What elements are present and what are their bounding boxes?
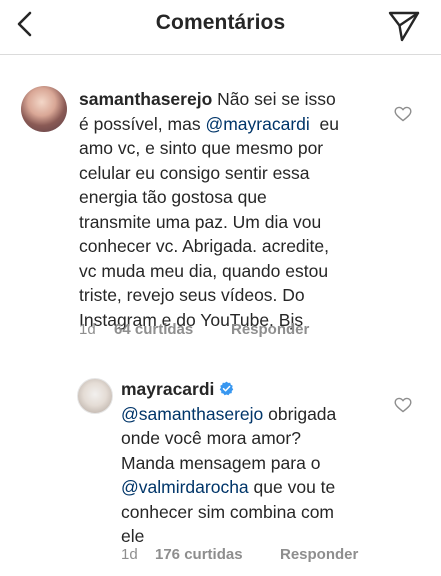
comment-line: energia tão gostosa que bbox=[79, 187, 267, 207]
verified-badge-icon bbox=[220, 381, 234, 396]
comment-line: ele bbox=[121, 526, 145, 546]
comment-line: amo vc, e sinto que mesmo por bbox=[79, 138, 324, 158]
comment-text: que vou te bbox=[248, 477, 336, 497]
comment-time: 1d bbox=[79, 321, 96, 338]
comment-line: é possível, mas @mayracardi eu bbox=[79, 112, 379, 137]
comment-line: transmite uma paz. Um dia vou bbox=[79, 211, 322, 232]
comment-line: conhecer sim combina com bbox=[121, 501, 334, 522]
comment-text: é possível, mas bbox=[79, 113, 206, 134]
heart-outline-icon[interactable] bbox=[394, 106, 412, 122]
comment-body: mayracardi @samanthaserejo obrigada onde… bbox=[121, 377, 383, 549]
mention-link[interactable]: @valmirdarocha bbox=[121, 477, 249, 497]
comment-time: 1d bbox=[121, 546, 138, 563]
comment-line: samanthaserejo Não sei se isso bbox=[79, 87, 379, 112]
comment-body: samanthaserejo Não sei se isso é possíve… bbox=[79, 87, 379, 332]
comment-line: @samanthaserejo obrigada bbox=[121, 402, 383, 427]
comment-meta: 1d 176 curtidas Responder bbox=[121, 546, 441, 566]
comment-meta: 1d 64 curtidas Responder bbox=[79, 321, 419, 341]
header-bar: Comentários bbox=[0, 0, 441, 55]
reply-button[interactable]: Responder bbox=[231, 321, 309, 338]
comment-text: Não sei se isso bbox=[212, 89, 336, 109]
comment-username[interactable]: samanthaserejo bbox=[79, 89, 212, 109]
mention-link[interactable]: @samanthaserejo bbox=[121, 404, 263, 424]
comment-line: triste, revejo seus vídeos. Do bbox=[79, 285, 305, 305]
likes-count[interactable]: 64 curtidas bbox=[114, 321, 193, 338]
avatar[interactable] bbox=[77, 378, 113, 414]
paper-plane-icon[interactable] bbox=[387, 10, 421, 42]
comment-line: @valmirdarocha que vou te bbox=[121, 475, 383, 500]
comment-username[interactable]: mayracardi bbox=[121, 379, 214, 399]
heart-outline-icon[interactable] bbox=[394, 397, 412, 413]
comment-line: conhecer vc. Abrigada. acredite, bbox=[79, 236, 330, 256]
comment-text: eu bbox=[309, 113, 339, 134]
avatar[interactable] bbox=[21, 86, 67, 132]
comment-text: obrigada bbox=[263, 403, 337, 424]
mention-link[interactable]: @mayracardi bbox=[205, 114, 309, 134]
comment-line: mayracardi bbox=[121, 377, 383, 402]
comment-line: Manda mensagem para o bbox=[121, 452, 321, 473]
likes-count[interactable]: 176 curtidas bbox=[155, 546, 243, 563]
reply-button[interactable]: Responder bbox=[280, 546, 358, 563]
comment-line: vc muda meu dia, quando estou bbox=[79, 260, 329, 281]
comment-line: celular eu consigo sentir essa bbox=[79, 162, 310, 183]
page-title: Comentários bbox=[155, 11, 286, 34]
comment-line: onde você mora amor? bbox=[121, 428, 301, 448]
